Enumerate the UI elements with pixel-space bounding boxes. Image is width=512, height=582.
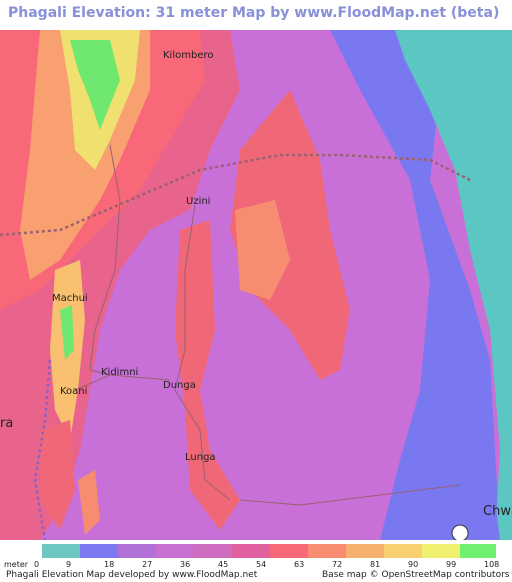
legend-label: 36 bbox=[180, 560, 191, 569]
legend-label: 18 bbox=[104, 560, 115, 569]
legend-label: 90 bbox=[408, 560, 419, 569]
place-label-ra: ra bbox=[0, 416, 14, 431]
legend-label: 0 bbox=[34, 560, 40, 569]
legend-label: 9 bbox=[66, 560, 72, 569]
legend-label: 45 bbox=[218, 560, 229, 569]
legend-swatch bbox=[308, 544, 346, 558]
legend-swatch bbox=[80, 544, 118, 558]
elevation-map[interactable]: Kilombero Uzini Machui Kidimni Koani Dun… bbox=[0, 30, 512, 540]
legend-swatch bbox=[118, 544, 156, 558]
elevation-legend bbox=[0, 541, 512, 559]
credit-right: Base map © OpenStreetMap contributors bbox=[322, 570, 510, 580]
place-label-uzini: Uzini bbox=[186, 196, 211, 207]
legend-label: 72 bbox=[332, 560, 343, 569]
legend-label: 108 bbox=[484, 560, 500, 569]
legend-swatch bbox=[460, 544, 496, 558]
place-label-kidimni: Kidimni bbox=[101, 367, 139, 378]
place-label-machui: Machui bbox=[52, 293, 88, 304]
legend-swatch bbox=[422, 544, 460, 558]
place-label-lunga: Lunga bbox=[185, 452, 216, 463]
credit-left: Phagali Elevation Map developed by www.F… bbox=[6, 570, 258, 580]
legend-label: 54 bbox=[256, 560, 267, 569]
legend-swatch bbox=[156, 544, 194, 558]
elevation-map-graphic bbox=[0, 30, 512, 540]
legend-unit: meter bbox=[4, 560, 29, 569]
place-label-kilombero: Kilombero bbox=[163, 50, 214, 61]
legend-label: 81 bbox=[370, 560, 381, 569]
legend-swatch bbox=[194, 544, 232, 558]
place-label-dunga: Dunga bbox=[163, 380, 196, 391]
legend-swatch bbox=[232, 544, 270, 558]
map-title: Phagali Elevation: 31 meter Map by www.F… bbox=[8, 5, 500, 21]
legend-swatch bbox=[384, 544, 422, 558]
legend-label: 27 bbox=[142, 560, 153, 569]
legend-swatch bbox=[42, 544, 80, 558]
place-label-chwa: Chwa bbox=[483, 504, 512, 519]
legend-swatch bbox=[270, 544, 308, 558]
legend-swatch bbox=[346, 544, 384, 558]
place-label-koani: Koani bbox=[60, 386, 88, 397]
map-marker bbox=[451, 524, 469, 540]
legend-label: 99 bbox=[446, 560, 457, 569]
legend-label: 63 bbox=[294, 560, 305, 569]
